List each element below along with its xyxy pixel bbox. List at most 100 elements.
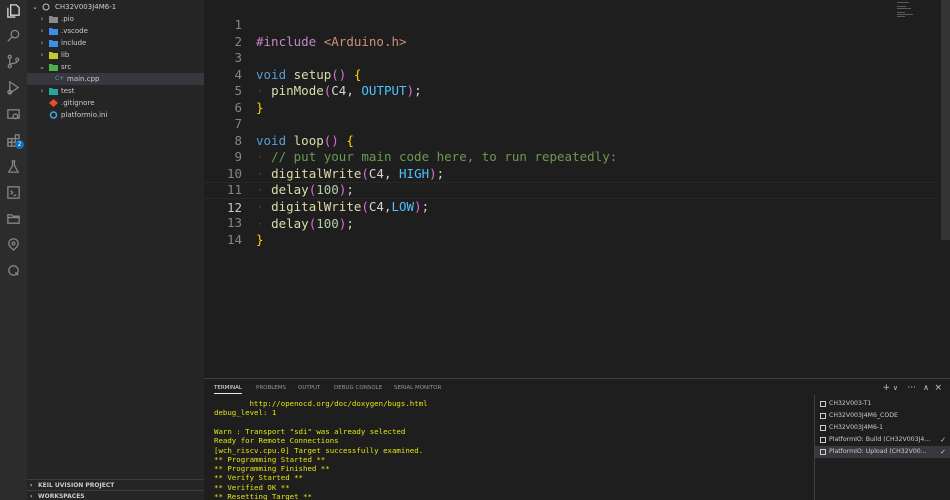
testing-icon[interactable]: [5, 158, 22, 175]
terminal-item-label: CH32V003J4M6_CODE: [829, 412, 898, 419]
more-actions-button[interactable]: ···: [907, 382, 916, 394]
terminal-icon: [820, 437, 826, 443]
tab-output[interactable]: OUTPUT: [298, 383, 320, 393]
tree-item-label: .gitignore: [61, 99, 95, 107]
folder-icon[interactable]: [5, 210, 22, 227]
terminal-line: ** Programming Started **: [214, 454, 326, 464]
terminal-line: http://openocd.org/doc/doxygen/bugs.html: [214, 399, 428, 408]
terminal-icon: [820, 413, 826, 419]
extension-q-icon[interactable]: [5, 262, 22, 279]
minimap-line: [897, 16, 905, 17]
terminal-line: debug_level: 1: [214, 408, 277, 418]
folder-icon: [49, 16, 58, 23]
search-icon[interactable]: [5, 27, 22, 44]
minimap-line: [897, 14, 913, 15]
maximize-panel-button[interactable]: ∧: [923, 382, 929, 394]
tree-item-src[interactable]: ⌄ src: [27, 61, 204, 73]
terminal-line: [wch_riscv.cpu.0] Target successfully ex…: [214, 445, 424, 455]
terminal-item[interactable]: CH32V003J4M6_CODE: [815, 410, 950, 422]
code-line: 10 · delay(100);: [204, 149, 939, 198]
minimap-line: [897, 12, 905, 13]
minimap[interactable]: [894, 0, 940, 378]
tree-item-label: .pio: [61, 15, 74, 23]
tree-item-main-cpp[interactable]: C+ main.cpp: [27, 73, 204, 85]
new-terminal-button[interactable]: +: [882, 382, 890, 394]
terminal-line: ** Resetting Target **: [214, 492, 312, 500]
terminal-icon: [820, 449, 826, 455]
code-line: 6: [204, 83, 939, 115]
tab-debug-console[interactable]: DEBUG CONSOLE: [334, 383, 382, 393]
tree-item-pio[interactable]: › .pio: [27, 13, 204, 25]
tree-item-test[interactable]: › test: [27, 85, 204, 97]
terminal-output[interactable]: http://openocd.org/doc/doxygen/bugs.html…: [214, 399, 814, 500]
tree-item-lib[interactable]: › lib: [27, 49, 204, 61]
code-line-current: 12 · delay(100);: [204, 182, 939, 231]
minimap-line: [897, 6, 906, 7]
project-root[interactable]: ⌄ CH32V003J4M6-1: [27, 1, 204, 13]
tree-item-vscode[interactable]: › .vscode: [27, 25, 204, 37]
line-number: 14: [226, 231, 242, 247]
terminal-item-label: CH32V003-T1: [829, 400, 872, 407]
tree-item-label: test: [61, 87, 75, 95]
bottom-panel: TERMINAL PROBLEMS OUTPUT DEBUG CONSOLE S…: [204, 378, 950, 500]
run-debug-icon[interactable]: [5, 79, 22, 96]
extensions-icon[interactable]: 2: [5, 132, 24, 149]
code-editor[interactable]: 1 #include <Arduino.h> 2 3 void setup() …: [204, 0, 950, 378]
explorer-icon[interactable]: [5, 2, 22, 19]
chevron-right-icon: ›: [40, 51, 44, 59]
tree-item-label: .vscode: [61, 27, 88, 35]
terminal-icon: [820, 425, 826, 431]
chevron-right-icon: ›: [40, 27, 44, 35]
editor-scrollbar[interactable]: [941, 0, 950, 240]
chevron-down-icon: ⌄: [39, 63, 45, 71]
terminal-item-selected[interactable]: PlatformIO: Upload (CH32V00... ✓: [815, 446, 950, 458]
tab-serial-monitor[interactable]: SERIAL MONITOR: [394, 383, 441, 393]
remote-explorer-icon[interactable]: [5, 106, 22, 123]
extensions-badge: 2: [15, 140, 24, 149]
code-line: 5 }: [204, 67, 939, 115]
tree-item-include[interactable]: › include: [27, 37, 204, 49]
section-label: WORKSPACES: [38, 493, 85, 500]
source-control-icon[interactable]: [5, 53, 22, 70]
tab-terminal[interactable]: TERMINAL: [214, 383, 242, 394]
terminal-icon: [820, 401, 826, 407]
folder-test-icon: [49, 88, 58, 95]
code-line: 14: [204, 215, 939, 247]
code-line: 4 · pinMode(C4, OUTPUT);: [204, 50, 939, 99]
tab-problems[interactable]: PROBLEMS: [256, 383, 286, 393]
chevron-right-icon: ›: [40, 87, 44, 95]
terminal-line: Ready for Remote Connections: [214, 436, 339, 446]
terminal-item-label: CH32V003J4M6-1: [829, 424, 884, 431]
terminal-dropdown-button[interactable]: ∨: [893, 382, 898, 394]
terminal-line: ** Verified OK **: [214, 482, 290, 492]
terminal-item[interactable]: CH32V003-T1: [815, 398, 950, 410]
activity-bar: 2: [0, 0, 27, 500]
section-keil-uvision-project[interactable]: › KEIL UVISION PROJECT: [27, 479, 204, 490]
section-workspaces[interactable]: › WORKSPACES: [27, 490, 204, 500]
terminal-icon[interactable]: [5, 184, 22, 201]
folder-lib-icon: [49, 52, 58, 59]
code-line: 9 · digitalWrite(C4, HIGH);: [204, 133, 939, 181]
settings-file-icon: [49, 111, 58, 119]
terminal-item-label: PlatformIO: Build (CH32V003J4...: [829, 436, 931, 443]
project-label: CH32V003J4M6-1: [55, 3, 117, 11]
close-panel-button[interactable]: ×: [934, 382, 942, 394]
minimap-line: [897, 8, 911, 9]
chevron-right-icon: ›: [40, 39, 44, 47]
chevron-right-icon: ›: [30, 493, 33, 500]
terminal-list: CH32V003-T1 CH32V003J4M6_CODE CH32V003J4…: [814, 395, 950, 500]
platformio-icon[interactable]: [5, 236, 22, 253]
code-line: 7 void loop() {: [204, 100, 939, 148]
terminal-item[interactable]: CH32V003J4M6-1: [815, 422, 950, 434]
terminal-item[interactable]: PlatformIO: Build (CH32V003J4... ✓: [815, 434, 950, 446]
tree-item-gitignore[interactable]: .gitignore: [27, 97, 204, 109]
chevron-down-icon: ⌄: [32, 3, 38, 11]
tree-item-platformio-ini[interactable]: platformio.ini: [27, 109, 204, 121]
explorer-sidebar: ⌄ CH32V003J4M6-1 › .pio › .vscode › incl…: [27, 0, 204, 500]
circle-icon: [42, 3, 50, 11]
tree-item-label: include: [61, 39, 87, 47]
folder-include-icon: [49, 40, 58, 47]
terminal-line: ** Verify Started **: [214, 473, 303, 483]
code-line: 8 · // put your main code here, to run r…: [204, 116, 939, 165]
tree-item-label: lib: [61, 51, 70, 59]
